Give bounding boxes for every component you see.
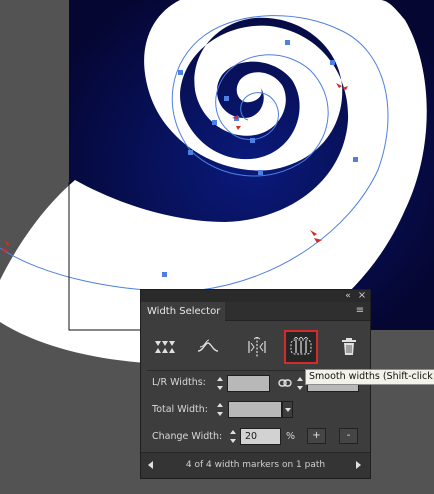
status-text: 4 of 4 width markers on 1 path	[185, 460, 326, 470]
close-icon[interactable]: ×	[356, 290, 368, 302]
panel-tabbar: Width Selector ≡	[141, 302, 370, 321]
total-width-field[interactable]	[228, 401, 282, 418]
total-width-stepper[interactable]	[216, 401, 226, 418]
mirror-widths-tool[interactable]	[240, 330, 274, 364]
lr-widths-stepper[interactable]	[216, 375, 226, 392]
change-width-field[interactable]: 20	[240, 428, 281, 445]
smooth-widths-icon	[290, 337, 312, 355]
double-chevron-icon[interactable]: «	[342, 290, 354, 302]
wave-icon	[197, 339, 219, 352]
panel-titlebar[interactable]	[141, 290, 370, 302]
change-width-label: Change Width:	[152, 431, 223, 442]
delete-marker-tool[interactable]	[332, 330, 366, 364]
tooltip: Smooth widths (Shift-click	[305, 369, 434, 385]
total-width-dropdown[interactable]	[282, 401, 293, 418]
smooth-curve-tool[interactable]	[191, 330, 225, 364]
width-points-icon	[155, 341, 175, 353]
trash-icon	[342, 338, 356, 355]
panel-footer: 4 of 4 width markers on 1 path	[141, 452, 370, 478]
increase-width-button[interactable]: +	[307, 428, 326, 444]
mirror-widths-icon	[248, 337, 266, 357]
percent-unit: %	[286, 431, 296, 442]
change-width-stepper[interactable]	[229, 428, 239, 445]
chain-link-icon[interactable]	[278, 378, 292, 388]
lr-widths-field[interactable]	[227, 375, 270, 392]
panel-menu-icon[interactable]: ≡	[353, 305, 367, 317]
width-points-tool[interactable]	[147, 330, 181, 364]
next-marker-icon[interactable]	[356, 461, 361, 469]
tab-width-selector[interactable]: Width Selector	[141, 302, 225, 321]
total-width-label: Total Width:	[152, 404, 209, 415]
lr-widths-label: L/R Widths:	[152, 377, 206, 388]
smooth-widths-tool[interactable]	[284, 330, 318, 364]
decrease-width-button[interactable]: -	[339, 428, 358, 444]
